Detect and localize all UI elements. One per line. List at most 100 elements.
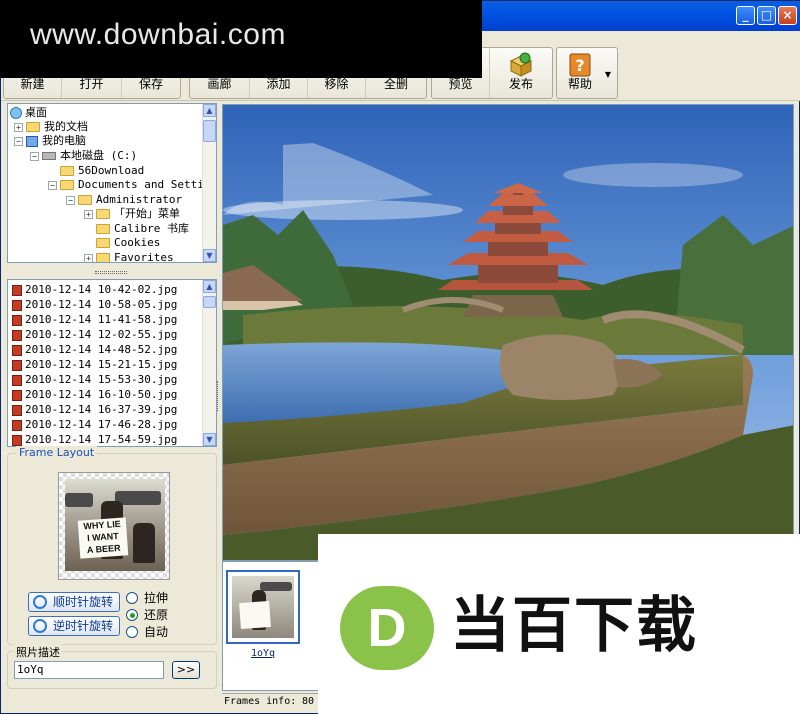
scroll-thumb[interactable] [203, 296, 216, 308]
scroll-down-icon[interactable]: ▼ [203, 433, 216, 446]
list-item[interactable]: 2010-12-14 17-46-28.jpg [12, 417, 177, 432]
collapse-icon[interactable]: − [14, 136, 23, 146]
tree-item-administrator[interactable]: − Administrator [66, 193, 182, 207]
tree-item-start-menu[interactable]: + 「开始」菜单 [84, 207, 180, 221]
file-list-scrollbar[interactable]: ▲ ▼ [202, 280, 216, 446]
apply-description-button[interactable]: >> [172, 661, 200, 679]
brand-logo-icon: D [340, 586, 434, 670]
minimize-button[interactable]: _ [736, 6, 755, 25]
list-item[interactable]: 2010-12-14 16-10-50.jpg [12, 387, 177, 402]
radio-label: 拉伸 [144, 591, 169, 605]
tree-item-label: 本地磁盘 (C:) [60, 149, 138, 162]
list-item[interactable]: 2010-12-14 10-42-02.jpg [12, 282, 177, 297]
frame-layout-legend: Frame Layout [16, 446, 98, 459]
image-file-icon [12, 359, 22, 371]
tree-item-label: 56Download [78, 164, 145, 177]
publish-button[interactable]: 发布 [490, 48, 552, 98]
tree-item-label: 我的电脑 [42, 134, 86, 147]
tree-item-label: Documents and Settings [78, 178, 217, 191]
image-viewer[interactable] [222, 104, 794, 561]
rotate-ccw-icon [33, 619, 47, 633]
collapse-icon[interactable]: − [66, 195, 75, 205]
photo-description-input[interactable]: 1oYq [14, 661, 164, 679]
tree-item-local-disk[interactable]: − 本地磁盘 (C:) [30, 149, 137, 163]
folder-icon [96, 224, 110, 234]
car-shape [65, 493, 93, 507]
list-item[interactable]: 2010-12-14 17-54-59.jpg [12, 432, 178, 446]
tree-item-56download[interactable]: 56Download [60, 164, 144, 178]
close-button[interactable]: × [778, 6, 797, 25]
folder-icon [60, 166, 74, 176]
list-item[interactable]: 2010-12-14 15-21-15.jpg [12, 357, 177, 372]
list-item[interactable]: 2010-12-14 10-58-05.jpg [12, 297, 177, 312]
file-name: 2010-12-14 10-58-05.jpg [25, 298, 178, 311]
expand-icon[interactable]: + [84, 253, 93, 262]
list-item[interactable]: 2010-12-14 15-53-30.jpg [12, 372, 177, 387]
thumbnail-label[interactable]: 1oYq [251, 648, 275, 659]
file-name: 2010-12-14 17-54-59.jpg [25, 433, 178, 446]
radio-dot[interactable] [126, 592, 138, 604]
photo-description-group: 照片描述 1oYq >> [7, 644, 217, 689]
dropdown-arrow-icon[interactable]: ▼ [605, 70, 611, 79]
thumbnail-item[interactable] [226, 570, 300, 644]
tree-item-calibre[interactable]: Calibre 书库 [96, 222, 189, 236]
pagoda-scene-image [223, 105, 793, 560]
rotate-clockwise-button[interactable]: 顺时针旋转 [28, 592, 121, 612]
frame-layout-group: Frame Layout WHY LIE I WANT A BEER 顺时针旋转… [7, 446, 217, 645]
file-name: 2010-12-14 16-10-50.jpg [25, 388, 178, 401]
file-list[interactable]: 2010-12-14 10-42-02.jpg 2010-12-14 10-58… [7, 279, 217, 447]
file-name: 2010-12-14 14-48-52.jpg [25, 343, 178, 356]
watermark-text: www.downbai.com [30, 18, 286, 51]
tree-item-label: 「开始」菜单 [114, 207, 180, 220]
radio-stretch[interactable]: 拉伸 [126, 590, 168, 606]
expand-icon[interactable]: + [84, 209, 93, 219]
tree-item-favorites[interactable]: + Favorites [84, 251, 174, 262]
folder-icon [96, 238, 110, 248]
file-name: 2010-12-14 11-41-58.jpg [25, 313, 178, 326]
file-name: 2010-12-14 15-53-30.jpg [25, 373, 178, 386]
list-item[interactable]: 2010-12-14 11-41-58.jpg [12, 312, 177, 327]
image-file-icon [12, 434, 22, 446]
status-label: Frames info: [224, 696, 297, 707]
scroll-down-icon[interactable]: ▼ [203, 249, 216, 262]
folder-icon [26, 122, 40, 132]
maximize-button[interactable]: □ [757, 6, 776, 25]
folder-icon [96, 209, 110, 219]
sign-board: WHY LIE I WANT A BEER [77, 517, 129, 559]
folder-tree[interactable]: 桌面 + 我的文档 − 我的电脑 − 本地磁盘 (C:) 56Download − Do… [7, 103, 217, 263]
rotate-counterclockwise-button[interactable]: 逆时针旋转 [28, 616, 121, 636]
tree-item-my-computer[interactable]: − 我的电脑 [14, 134, 86, 148]
tree-item-label: 桌面 [25, 106, 47, 119]
radio-dot-selected[interactable] [126, 609, 138, 621]
file-name: 2010-12-14 15-21-15.jpg [25, 358, 178, 371]
tree-item-my-documents[interactable]: + 我的文档 [14, 120, 88, 134]
list-item[interactable]: 2010-12-14 16-37-39.jpg [12, 402, 177, 417]
help-button[interactable]: ? ▼ 帮助 [557, 48, 617, 98]
panel-splitter[interactable] [95, 271, 127, 274]
vertical-splitter[interactable] [217, 381, 219, 411]
brand-overlay: D 当百下载 [318, 534, 800, 714]
radio-auto[interactable]: 自动 [126, 624, 168, 640]
radio-dot[interactable] [126, 626, 138, 638]
sign-line: A BEER [86, 542, 121, 556]
tree-item-desktop[interactable]: 桌面 [10, 106, 47, 120]
list-item[interactable]: 2010-12-14 14-48-52.jpg [12, 342, 177, 357]
radio-restore[interactable]: 还原 [126, 607, 168, 623]
list-item[interactable]: 2010-12-14 12-02-55.jpg [12, 327, 177, 342]
collapse-icon[interactable]: − [48, 180, 57, 190]
scroll-up-icon[interactable]: ▲ [203, 104, 216, 117]
desktop-icon [10, 107, 22, 119]
tree-item-documents-and-settings[interactable]: − Documents and Settings [48, 178, 217, 192]
image-file-icon [12, 374, 22, 386]
svg-text:?: ? [575, 56, 584, 75]
scroll-up-icon[interactable]: ▲ [203, 280, 216, 293]
image-file-icon [12, 314, 22, 326]
tree-scrollbar[interactable]: ▲ ▼ [202, 104, 216, 262]
collapse-icon[interactable]: − [30, 151, 39, 161]
tree-item-label: Administrator [96, 193, 183, 206]
photo-description-legend: 照片描述 [14, 644, 62, 660]
left-panel: 桌面 + 我的文档 − 我的电脑 − 本地磁盘 (C:) 56Download − Do… [5, 101, 219, 695]
expand-icon[interactable]: + [14, 122, 23, 132]
tree-item-cookies[interactable]: Cookies [96, 236, 160, 250]
scroll-thumb[interactable] [203, 120, 216, 142]
